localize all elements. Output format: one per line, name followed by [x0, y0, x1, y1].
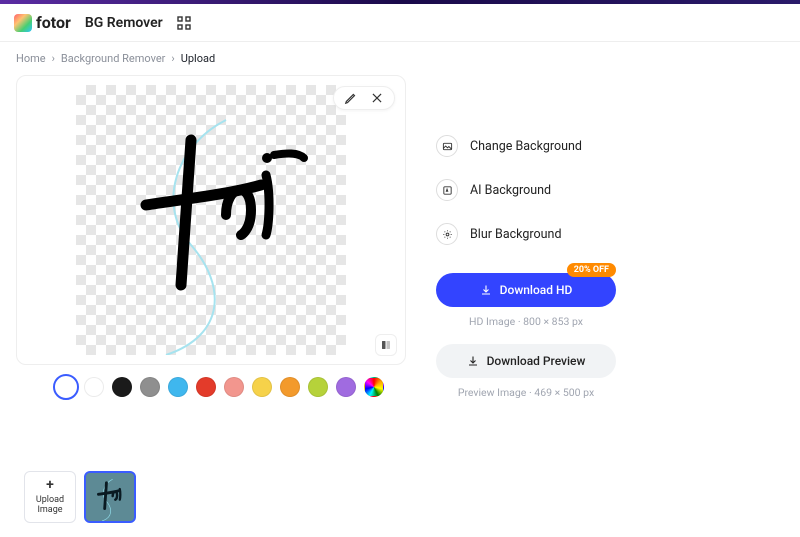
download-preview-button[interactable]: Download Preview [436, 344, 616, 378]
download-icon [467, 355, 479, 367]
download-hd-button[interactable]: 20% OFF Download HD [436, 273, 616, 307]
option-label: Change Background [470, 139, 582, 154]
swatch-gray[interactable] [140, 377, 160, 397]
compare-button[interactable] [375, 334, 397, 356]
swatch-yellow[interactable] [252, 377, 272, 397]
swatch-lime[interactable] [308, 377, 328, 397]
upload-label-line2: Image [37, 506, 62, 516]
brand-name: fotor [36, 13, 71, 32]
swatch-rainbow[interactable] [364, 377, 384, 397]
canvas-toolbar [333, 86, 395, 110]
apps-grid-icon[interactable] [177, 16, 191, 30]
swatch-sky[interactable] [168, 377, 188, 397]
app-title: BG Remover [85, 15, 163, 31]
breadcrumb: Home › Background Remover › Upload [0, 42, 800, 75]
ai-icon [436, 179, 458, 201]
breadcrumb-home[interactable]: Home [16, 52, 46, 65]
breadcrumb-section[interactable]: Background Remover [61, 52, 165, 65]
breadcrumb-current: Upload [181, 52, 215, 65]
transparent-canvas [76, 85, 346, 355]
chevron-right-icon: › [171, 52, 174, 65]
swatch-purple[interactable] [336, 377, 356, 397]
swatch-orange[interactable] [280, 377, 300, 397]
thumbnail-strip: + Upload Image [24, 471, 136, 523]
option-label: Blur Background [470, 227, 562, 242]
swatch-transparent[interactable] [56, 377, 76, 397]
swatch-red[interactable] [196, 377, 216, 397]
hd-image-meta: HD Image · 800 × 853 px [436, 315, 616, 328]
background-color-swatches [16, 377, 406, 397]
swatch-black[interactable] [112, 377, 132, 397]
chevron-right-icon: › [52, 52, 55, 65]
preview-image-meta: Preview Image · 469 × 500 px [436, 386, 616, 399]
swatch-salmon[interactable] [224, 377, 244, 397]
swatch-white[interactable] [84, 377, 104, 397]
brush-icon[interactable] [344, 91, 358, 105]
plus-icon: + [46, 478, 54, 493]
button-label: Download HD [500, 283, 573, 297]
option-blur-background[interactable]: Blur Background [436, 223, 784, 245]
brand-mark-icon [14, 14, 32, 32]
app-header: fotor BG Remover [0, 4, 800, 42]
option-label: AI Background [470, 183, 551, 198]
option-ai-background[interactable]: AI Background [436, 179, 784, 201]
option-change-background[interactable]: Change Background [436, 135, 784, 157]
download-icon [480, 284, 492, 296]
editor-canvas[interactable] [16, 75, 406, 365]
button-label: Download Preview [487, 354, 586, 368]
image-thumbnail[interactable] [84, 471, 136, 523]
upload-image-button[interactable]: + Upload Image [24, 471, 76, 523]
brand-logo[interactable]: fotor [14, 13, 71, 32]
discount-badge: 20% OFF [567, 263, 616, 277]
thumbnail-preview [86, 473, 134, 521]
image-icon [436, 135, 458, 157]
subject-image [76, 85, 346, 355]
blur-icon [436, 223, 458, 245]
erase-icon[interactable] [370, 91, 384, 105]
